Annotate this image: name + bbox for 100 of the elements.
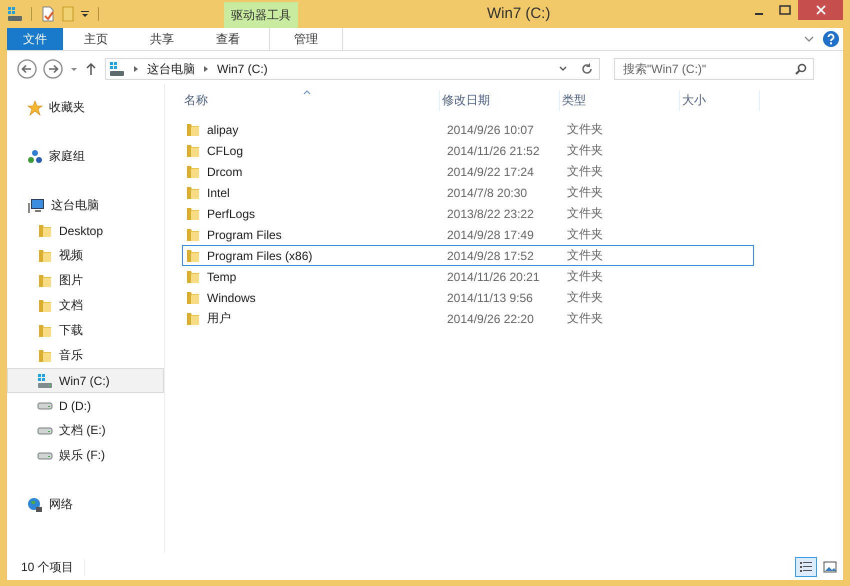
navigation-item[interactable]: 收藏夹 [7, 95, 164, 120]
file-tab[interactable]: 文件 [7, 28, 63, 50]
folder-icon [185, 184, 201, 200]
folder-icon [185, 248, 201, 264]
details-view-button[interactable] [795, 557, 817, 577]
ribbon-tab[interactable]: 共享 [129, 28, 195, 50]
file-row[interactable]: Intel 2014/7/8 20:30 文件夹 [182, 182, 754, 203]
file-row[interactable]: Temp 2014/11/26 20:21 文件夹 [182, 266, 754, 287]
file-name: PerfLogs [207, 206, 256, 220]
file-name: Drcom [207, 164, 242, 178]
refresh-button[interactable] [574, 58, 600, 80]
table-cell-text: 文件夹 [566, 121, 604, 138]
navigation-item[interactable]: Desktop [7, 218, 164, 243]
table-cell-text: 文件夹 [566, 289, 604, 306]
file-row[interactable]: 用户 2014/9/26 22:20 文件夹 [182, 308, 754, 329]
folder-icon [37, 322, 53, 338]
drive-icon [37, 372, 53, 388]
file-row[interactable]: PerfLogs 2013/8/22 23:22 文件夹 [182, 203, 754, 224]
file-name: Program Files [207, 228, 282, 242]
breadcrumb[interactable]: Win7 (C:) [217, 62, 268, 76]
back-icon[interactable] [17, 59, 37, 79]
file-row[interactable]: Program Files (x86) 2014/9/28 17:52 文件夹 [182, 245, 754, 266]
folder-icon [185, 268, 201, 284]
navigation-item[interactable]: Win7 (C:) [7, 368, 164, 393]
drive-icon[interactable] [7, 6, 23, 22]
item-count: 10 个项目 [21, 558, 85, 576]
navigation-item[interactable]: D (D:) [7, 393, 164, 418]
search-field[interactable]: 搜索"Win7 (C:)" [614, 58, 814, 80]
navigation-item[interactable]: 图片 [7, 268, 164, 293]
navigation-item[interactable]: 家庭组 [7, 144, 164, 169]
folder-icon [185, 290, 201, 306]
table-cell-text: 文件夹 [566, 310, 604, 327]
folder-icon [185, 206, 201, 222]
table-cell-text: 2014/9/26 22:20 [446, 312, 535, 326]
folder-icon [185, 122, 201, 138]
refresh-icon [580, 62, 594, 76]
file-row[interactable]: CFLog 2014/11/26 21:52 文件夹 [182, 140, 754, 161]
window-title: Win7 (C:) [487, 5, 550, 22]
file-row[interactable]: Windows 2014/11/13 9:56 文件夹 [182, 287, 754, 308]
file-name: Program Files (x86) [207, 248, 312, 262]
table-cell-text: 2013/8/22 23:22 [446, 206, 535, 220]
globe-icon [27, 496, 43, 512]
navigation-item[interactable]: 视频 [7, 243, 164, 268]
table-cell-text: 2014/11/26 21:52 [446, 144, 541, 158]
context-tab-group: 驱动器工具 [224, 2, 298, 28]
table-cell-text: 2014/9/28 17:49 [446, 228, 535, 242]
file-name: alipay [207, 122, 238, 136]
file-row[interactable]: Drcom 2014/9/22 17:24 文件夹 [182, 161, 754, 182]
address-bar[interactable]: 这台电脑 Win7 (C:) [105, 58, 575, 80]
file-name: 用户 [207, 310, 231, 327]
table-cell-text: 2014/9/28 17:52 [446, 248, 535, 262]
homegroup-icon [27, 148, 43, 164]
search-icon[interactable] [795, 63, 807, 75]
document-check-icon[interactable] [40, 6, 56, 22]
ribbon-tab[interactable]: 查看 [195, 28, 261, 50]
close-icon [816, 5, 826, 15]
list-icon [799, 560, 813, 574]
column-header[interactable]: 类型 [560, 90, 680, 111]
file-name: CFLog [207, 144, 244, 158]
drive-icon [109, 61, 125, 77]
chevron-right-icon[interactable] [202, 65, 210, 73]
folder-icon [37, 348, 53, 364]
column-header[interactable]: 名称 [182, 90, 440, 111]
breadcrumb[interactable]: 这台电脑 [147, 60, 195, 78]
navigation-item[interactable]: 音乐 [7, 343, 164, 368]
minimize-icon [755, 13, 763, 15]
folder-icon [37, 298, 53, 314]
table-cell-text: 文件夹 [566, 205, 604, 222]
drive-icon [37, 402, 53, 410]
table-cell-text: 2014/7/8 20:30 [446, 186, 528, 200]
file-row[interactable]: Program Files 2014/9/28 17:49 文件夹 [182, 224, 754, 245]
table-cell-text: 文件夹 [566, 184, 604, 201]
column-header[interactable]: 修改日期 [440, 90, 560, 111]
forward-icon[interactable] [43, 59, 63, 79]
ribbon-tab[interactable]: 主页 [63, 28, 129, 50]
close-button[interactable] [798, 0, 843, 20]
column-header[interactable]: 大小 [680, 90, 760, 111]
navigation-item[interactable]: 下载 [7, 318, 164, 343]
folder-icon [37, 248, 53, 264]
table-cell-text: 文件夹 [566, 142, 604, 159]
folder-icon [185, 142, 201, 158]
table-cell-text: 2014/11/26 20:21 [446, 270, 541, 284]
maximize-icon [779, 5, 791, 15]
file-row[interactable]: alipay 2014/9/26 10:07 文件夹 [182, 119, 754, 140]
file-name: Windows [207, 290, 256, 304]
drive-icon [37, 426, 53, 434]
table-cell-text: 文件夹 [566, 247, 604, 264]
table-cell-text: 2014/9/22 17:24 [446, 164, 535, 178]
navigation-item[interactable]: 网络 [7, 492, 164, 517]
help-icon[interactable] [823, 31, 839, 47]
computer-icon [27, 198, 45, 214]
picture-icon [823, 560, 837, 574]
up-arrow-icon[interactable] [85, 61, 97, 77]
navigation-item[interactable]: 文档 [7, 293, 164, 318]
navigation-item[interactable]: 文档 (E:) [7, 418, 164, 443]
navigation-item[interactable]: 娱乐 (F:) [7, 443, 164, 468]
navigation-item[interactable]: 这台电脑 [7, 193, 164, 218]
file-name: Intel [207, 186, 230, 200]
folder-icon [185, 310, 201, 326]
chevron-right-icon[interactable] [132, 65, 140, 73]
